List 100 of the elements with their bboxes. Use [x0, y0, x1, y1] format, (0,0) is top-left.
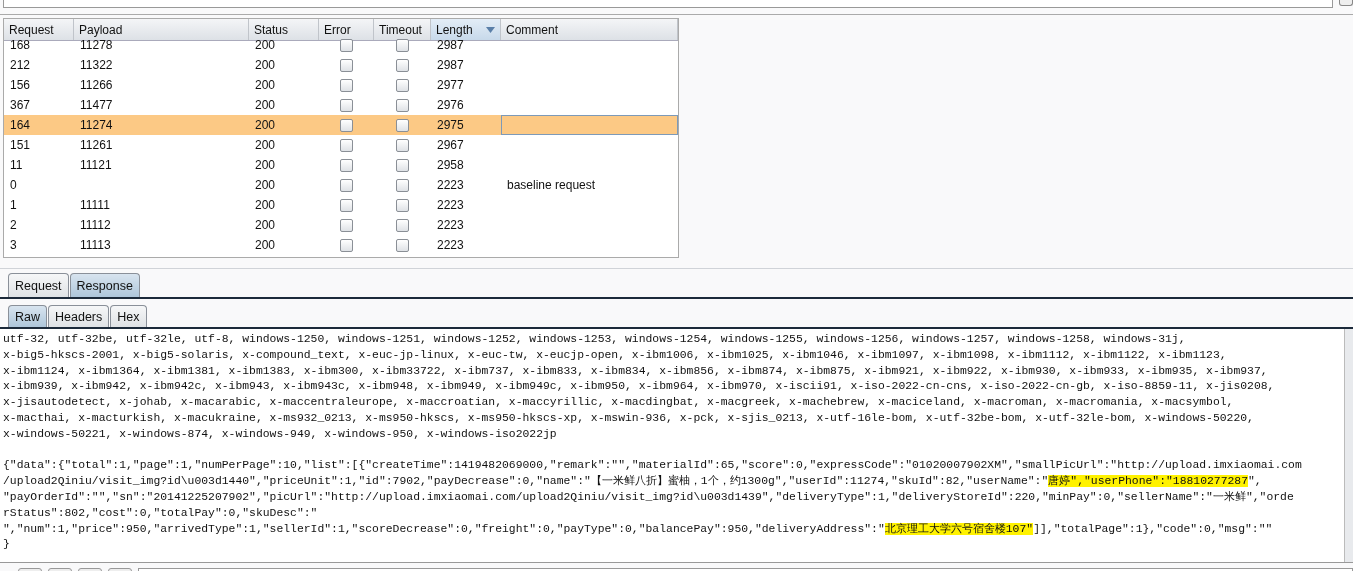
response-text: 唐婷","userPhone":"18810277287 — [1048, 475, 1249, 488]
error-checkbox[interactable] — [340, 158, 353, 172]
table-cell: 156 — [10, 78, 31, 92]
vertical-scrollbar[interactable] — [1344, 329, 1353, 562]
response-text: ", — [1248, 475, 1262, 488]
table-cell: 151 — [10, 138, 31, 152]
error-checkbox[interactable] — [340, 178, 353, 192]
error-checkbox[interactable] — [340, 118, 353, 132]
response-text: x-windows-50221, x-windows-874, x-windows-949, x-windows-950, x-windows-iso2022jp — [3, 427, 557, 440]
table-cell: 367 — [10, 98, 31, 112]
table-cell: 11261 — [80, 138, 113, 152]
table-row[interactable]: 3 11113 200 2223 — [4, 235, 678, 255]
error-checkbox[interactable] — [340, 198, 353, 212]
table-row[interactable]: 0 200 2223 baseline request — [4, 175, 678, 195]
error-checkbox[interactable] — [340, 58, 353, 72]
column-header[interactable]: Payload — [74, 19, 249, 40]
response-text: x-big5-hkscs-2001, x-big5-solaris, x-compound_text, x-euc-jp-linux, x-euc-tw, x-eucjp-open, x-ibm1006, x-ibm1025, x-ibm1046, x-ibm1097, x-ibm1098, x-ibm1112, x-ibm1122, x-ibm1123, — [3, 348, 1227, 361]
response-text: x-ibm939, x-ibm942, x-ibm942c, x-ibm943, x-ibm943c, x-ibm948, x-ibm949, x-ibm949c, x-ibm950, x-ibm964, x-ibm970, x-iscii91, x-iso-2022-cn-cns, x-iso-2022-cn-gb, x-iso-8859-11, x-jis0208, — [3, 380, 1275, 393]
response-text: {"data":{"total":1,"page":1,"numPerPage":10,"list":[{"createTime":1419482069000,"remark":"","materialId":65,"score":0,"expressCode":"01020007902XM","smallPicUrl":"http://upload.imxiaomai.com — [3, 459, 1302, 472]
table-cell: 168 — [10, 38, 31, 52]
response-text: "payOrderId":"","sn":"20141225207902","picUrl":"http://upload.imxiaomai.com/upload2Qiniu/visit_img?id\u003d1439","deliveryType":1,"deliveryStoreId":220,"minPay":0,"sellerName":"一米鲜","orde — [3, 490, 1294, 503]
error-checkbox[interactable] — [340, 138, 353, 152]
timeout-checkbox[interactable] — [396, 238, 409, 252]
timeout-checkbox[interactable] — [396, 78, 409, 92]
response-text-area[interactable] — [0, 329, 1353, 563]
error-checkbox[interactable] — [340, 218, 353, 232]
table-cell: 164 — [10, 118, 31, 132]
table-cell: 2975 — [437, 118, 464, 132]
table-cell: 2987 — [437, 58, 464, 72]
response-text: rStatus":802,"cost":0,"totalPay":0,"skuDesc":" — [3, 506, 318, 519]
table-cell: 200 — [255, 178, 276, 192]
table-row[interactable]: 11 11121 200 2958 — [4, 155, 678, 175]
table-cell: 200 — [255, 218, 276, 232]
error-checkbox[interactable] — [340, 78, 353, 92]
table-cell: 200 — [255, 38, 276, 52]
table-cell: 2976 — [437, 98, 464, 112]
timeout-checkbox[interactable] — [396, 138, 409, 152]
table-cell: 11111 — [80, 198, 110, 212]
table-cell: 2967 — [437, 138, 464, 152]
timeout-checkbox[interactable] — [396, 178, 409, 192]
timeout-checkbox[interactable] — [396, 58, 409, 72]
table-cell: 3 — [10, 238, 17, 252]
table-cell: 2223 — [437, 198, 464, 212]
table-row[interactable]: 367 11477 200 2976 — [4, 95, 678, 115]
response-text: x-jisautodetect, x-johab, x-macarabic, x-maccentraleurope, x-maccroatian, x-maccyrillic, x-macdingbat, x-macgreek, x-machebrew, x-maciceland, x-macroman, x-macromania, x-macsymbol, — [3, 396, 1234, 409]
table-cell: 2223 — [437, 178, 464, 192]
table-cell: 200 — [255, 118, 276, 132]
message-tab[interactable]: Response — [69, 273, 140, 297]
timeout-checkbox[interactable] — [396, 218, 409, 232]
table-cell: 212 — [10, 58, 31, 72]
column-header[interactable]: Status — [249, 19, 319, 40]
response-text: ","num":1,"price":950,"arrivedType":1,"sellerId":1,"scoreDecrease":0,"freight":0,"payType":0,"balancePay":950,"deliveryAddress":" — [3, 522, 885, 535]
view-tab[interactable]: Hex — [110, 305, 147, 327]
table-cell: 200 — [255, 98, 276, 112]
table-cell: 200 — [255, 138, 276, 152]
table-cell: 11477 — [80, 98, 113, 112]
table-cell: 200 — [255, 78, 276, 92]
table-cell: 0 — [10, 178, 17, 192]
error-checkbox[interactable] — [340, 98, 353, 112]
filter-field[interactable] — [3, 0, 1333, 8]
table-cell: 11274 — [80, 118, 113, 132]
table-cell: 200 — [255, 198, 276, 212]
timeout-checkbox[interactable] — [396, 98, 409, 112]
timeout-checkbox[interactable] — [396, 198, 409, 212]
corner-button[interactable] — [1339, 0, 1353, 6]
response-text: utf-32, utf-32be, utf-32le, utf-8, windows-1250, windows-1251, windows-1252, windows-1253, windows-1254, windows-1255, windows-1256, windows-1257, windows-1258, windows-31j, — [3, 333, 1186, 345]
response-text: ]],"totalPage":1},"code":0,"msg":"" — [1033, 522, 1273, 535]
table-cell: 11322 — [80, 58, 113, 72]
error-checkbox[interactable] — [340, 238, 353, 252]
response-text: x-macthai, x-macturkish, x-macukraine, x-ms932_0213, x-ms950-hkscs, x-ms950-hkscs-xp, x-mswin-936, x-pck, x-sjis_0213, x-utf-16le-bom, x-utf-32be-bom, x-utf-32le-bom, x-windows-50220, — [3, 412, 1254, 424]
table-row[interactable]: 2 11112 200 2223 — [4, 215, 678, 235]
table-row[interactable]: 151 11261 200 2967 — [4, 135, 678, 155]
table-cell: 11266 — [80, 78, 113, 92]
table-cell: 1 — [10, 198, 17, 212]
table-cell: 11113 — [80, 238, 111, 252]
table-cell: 200 — [255, 158, 276, 172]
table-row[interactable]: 164 11274 200 2975 — [4, 115, 678, 135]
sort-descending-icon — [486, 26, 495, 33]
table-cell: 2987 — [437, 38, 464, 52]
view-tab[interactable]: Raw — [8, 305, 47, 327]
table-cell: 2223 — [437, 238, 464, 252]
table-cell: 11 — [10, 158, 23, 172]
table-cell: 2977 — [437, 78, 464, 92]
timeout-checkbox[interactable] — [396, 158, 409, 172]
column-header[interactable]: Length — [431, 19, 501, 40]
table-row[interactable]: 212 11322 200 2987 — [4, 55, 678, 75]
column-header[interactable]: Comment — [501, 19, 678, 40]
table-cell: 11112 — [80, 218, 111, 232]
response-text: 北京理工大学六号宿舍楼107" — [884, 522, 1034, 535]
table-cell: 2958 — [437, 158, 464, 172]
table-cell: 2223 — [437, 218, 464, 232]
table-cell: 11121 — [80, 158, 112, 172]
table-row[interactable]: 1 11111 200 2223 — [4, 195, 678, 215]
table-cell: 2 — [10, 218, 17, 232]
table-row[interactable]: 156 11266 200 2977 — [4, 75, 678, 95]
timeout-checkbox[interactable] — [396, 118, 409, 132]
view-tab[interactable]: Headers — [48, 305, 110, 327]
response-text: } — [3, 538, 10, 551]
message-tab[interactable]: Request — [8, 273, 69, 297]
column-header[interactable]: Request — [4, 19, 74, 40]
